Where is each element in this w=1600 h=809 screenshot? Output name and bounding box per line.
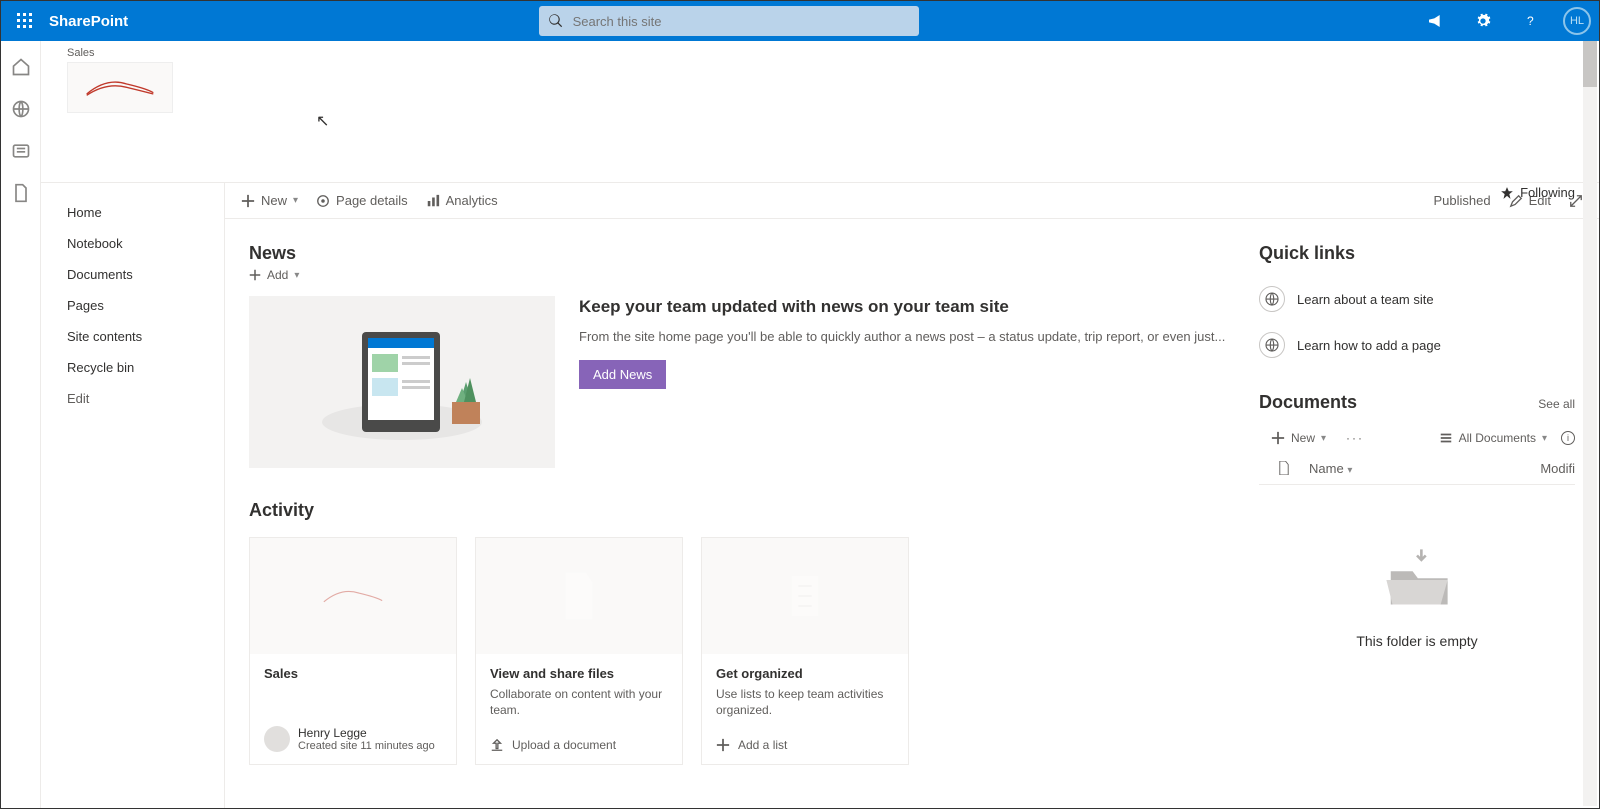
- svg-text:?: ?: [1527, 14, 1534, 28]
- card-desc: Collaborate on content with your team.: [490, 687, 668, 718]
- page-details-button[interactable]: Page details: [316, 193, 408, 208]
- chart-icon: [426, 194, 440, 208]
- documents-heading: Documents: [1259, 392, 1357, 413]
- search-box[interactable]: [539, 6, 919, 36]
- megaphone-icon[interactable]: [1419, 5, 1451, 37]
- app-rail: [1, 41, 41, 808]
- nav-documents[interactable]: Documents: [67, 259, 224, 290]
- brand-label: SharePoint: [49, 13, 128, 30]
- globe-icon: [1259, 332, 1285, 358]
- nav-notebook[interactable]: Notebook: [67, 228, 224, 259]
- star-icon: [1500, 186, 1514, 200]
- published-label: Published: [1433, 193, 1490, 208]
- list-icon: [1439, 431, 1453, 445]
- nav-pages[interactable]: Pages: [67, 290, 224, 321]
- news-placeholder-desc: From the site home page you'll be able t…: [579, 328, 1235, 346]
- site-header: Sales: [41, 41, 1599, 153]
- chevron-down-icon: ▾: [1542, 433, 1547, 444]
- chevron-down-icon: ▾: [293, 195, 298, 206]
- activity-card-sales[interactable]: Sales Henry Legge Created site 11 minute…: [249, 537, 457, 765]
- quicklink-learn-add-page[interactable]: Learn how to add a page: [1259, 322, 1575, 368]
- news-illustration: [249, 296, 555, 468]
- documents-see-all[interactable]: See all: [1538, 397, 1575, 411]
- upload-icon: [490, 738, 504, 752]
- card-title: Sales: [264, 666, 442, 681]
- empty-folder-text: This folder is empty: [1259, 633, 1575, 649]
- nav-site-contents[interactable]: Site contents: [67, 321, 224, 352]
- gear-icon[interactable]: [1467, 5, 1499, 37]
- news-add-button[interactable]: Add ▾: [249, 268, 299, 282]
- person-name: Henry Legge: [298, 726, 435, 740]
- suite-header: SharePoint ? HL: [1, 1, 1599, 41]
- plus-icon: [249, 269, 261, 281]
- person-avatar-icon: [264, 726, 290, 752]
- analytics-button[interactable]: Analytics: [426, 193, 498, 208]
- site-name: Sales: [67, 47, 1599, 59]
- app-launcher-icon[interactable]: [9, 5, 41, 37]
- card-desc: Use lists to keep team activities organi…: [716, 687, 894, 718]
- page-command-bar: New ▾ Page details Analytics Published: [225, 183, 1599, 219]
- globe-icon: [1259, 286, 1285, 312]
- gear-icon: [316, 194, 330, 208]
- card-title: Get organized: [716, 666, 894, 681]
- following-toggle[interactable]: Following: [1500, 185, 1575, 200]
- activity-card-files[interactable]: View and share files Collaborate on cont…: [475, 537, 683, 765]
- news-icon[interactable]: [11, 141, 31, 161]
- search-input[interactable]: [573, 14, 909, 29]
- empty-folder-icon: [1372, 545, 1462, 615]
- activity-card-lists[interactable]: Get organized Use lists to keep team act…: [701, 537, 909, 765]
- add-news-button[interactable]: Add News: [579, 360, 666, 389]
- nav-edit[interactable]: Edit: [67, 383, 224, 414]
- files-icon[interactable]: [11, 183, 31, 203]
- card-title: View and share files: [490, 666, 668, 681]
- documents-column-header: Name ▾ Modifi: [1259, 453, 1575, 485]
- card-thumb: [250, 538, 456, 654]
- card-thumb: [476, 538, 682, 654]
- file-icon: [1277, 461, 1291, 475]
- new-button[interactable]: New ▾: [241, 193, 298, 208]
- site-left-nav: Home Notebook Documents Pages Site conte…: [41, 183, 225, 808]
- add-list-button[interactable]: Add a list: [702, 730, 908, 764]
- person-sub: Created site 11 minutes ago: [298, 740, 435, 752]
- plus-icon: [716, 738, 730, 752]
- more-icon[interactable]: ···: [1340, 431, 1364, 445]
- help-icon[interactable]: ?: [1515, 5, 1547, 37]
- activity-heading: Activity: [249, 500, 1235, 521]
- quicklinks-heading: Quick links: [1259, 243, 1575, 264]
- upload-document-button[interactable]: Upload a document: [476, 730, 682, 764]
- news-placeholder-title: Keep your team updated with news on your…: [579, 296, 1235, 318]
- chevron-down-icon: ▾: [294, 270, 299, 281]
- info-icon[interactable]: i: [1561, 431, 1575, 445]
- vertical-scrollbar[interactable]: [1583, 41, 1597, 806]
- plus-icon: [1271, 431, 1285, 445]
- column-name[interactable]: Name ▾: [1309, 461, 1527, 476]
- card-thumb: [702, 538, 908, 654]
- documents-view-selector[interactable]: All Documents ▾: [1439, 431, 1547, 445]
- column-modified[interactable]: Modifi: [1527, 461, 1575, 476]
- site-logo[interactable]: [67, 62, 173, 113]
- search-icon: [549, 14, 563, 28]
- quicklink-learn-team-site[interactable]: Learn about a team site: [1259, 276, 1575, 322]
- user-avatar[interactable]: HL: [1563, 7, 1591, 35]
- nav-home[interactable]: Home: [67, 197, 224, 228]
- nav-recycle-bin[interactable]: Recycle bin: [67, 352, 224, 383]
- home-icon[interactable]: [11, 57, 31, 77]
- documents-new-button[interactable]: New ▾: [1271, 431, 1326, 445]
- chevron-down-icon: ▾: [1321, 433, 1326, 444]
- globe-icon[interactable]: [11, 99, 31, 119]
- plus-icon: [241, 194, 255, 208]
- news-heading: News: [249, 243, 1235, 264]
